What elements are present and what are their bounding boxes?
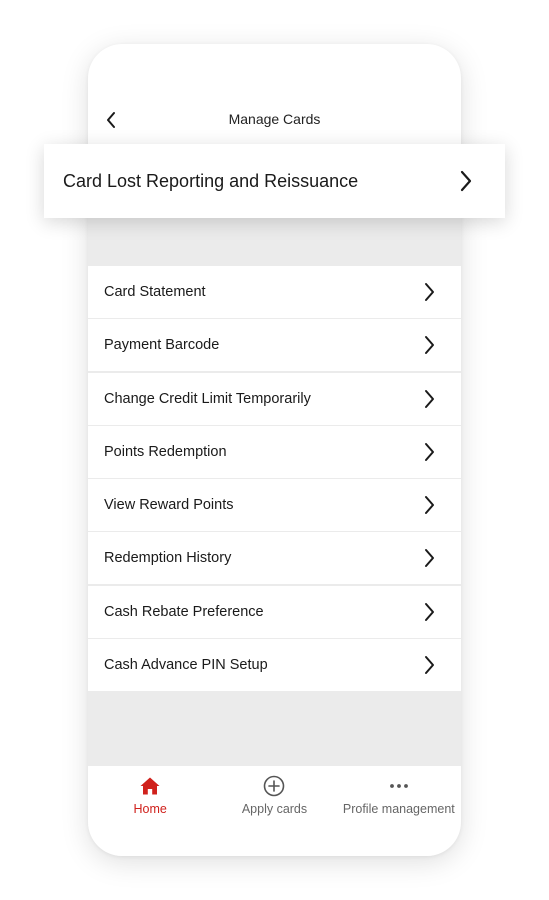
menu-item-label: View Reward Points xyxy=(104,497,234,514)
plus-circle-icon xyxy=(263,775,285,797)
chevron-right-icon xyxy=(423,442,437,462)
menu-item-label: Card Statement xyxy=(104,284,206,300)
chevron-right-icon xyxy=(423,602,437,622)
more-icon xyxy=(388,775,410,797)
menu-item-label: Payment Barcode xyxy=(104,337,220,354)
menu-item-cash-rebate-preference[interactable]: Cash Rebate Preference xyxy=(88,585,461,638)
tab-label: Profile management xyxy=(342,802,455,816)
tab-apply-cards[interactable]: Apply cards xyxy=(212,766,336,856)
menu-item-label: Redemption History xyxy=(104,550,232,567)
menu-item-change-credit-limit[interactable]: Change Credit Limit Temporarily xyxy=(88,372,461,425)
menu-item-payment-barcode[interactable]: Payment Barcode xyxy=(88,319,461,372)
menu-item-view-reward-points[interactable]: View Reward Points xyxy=(88,479,461,532)
featured-item-label: Card Lost Reporting and Reissuance xyxy=(63,170,359,191)
menu-item-label: Points Redemption xyxy=(104,443,227,460)
bottom-tab-bar: Home Apply cards Profile management xyxy=(88,766,461,856)
tab-label: Apply cards xyxy=(241,802,308,816)
tab-home[interactable]: Home xyxy=(88,766,212,856)
chevron-right-icon xyxy=(423,548,437,568)
menu-item-points-redemption[interactable]: Points Redemption xyxy=(88,425,461,478)
chevron-right-icon xyxy=(459,170,473,192)
page-title: Manage Cards xyxy=(228,111,321,127)
menu-item-redemption-history[interactable]: Redemption History xyxy=(88,532,461,585)
tab-profile-management[interactable]: Profile management xyxy=(337,766,461,856)
menu-item-card-lost-reporting[interactable]: Card Lost Reporting and Reissuance xyxy=(44,144,505,218)
menu-item-label: Change Credit Limit Temporarily xyxy=(104,390,311,407)
menu-item-cash-advance-pin-setup[interactable]: Cash Advance PIN Setup xyxy=(88,639,461,692)
chevron-right-icon xyxy=(423,335,437,355)
menu-item-card-statement[interactable]: Card Statement xyxy=(88,266,461,318)
tab-label: Home xyxy=(133,802,167,816)
chevron-right-icon xyxy=(423,389,437,409)
chevron-right-icon xyxy=(423,655,437,675)
menu-list: Card Statement Payment Barcode Change Cr… xyxy=(88,266,461,693)
chevron-right-icon xyxy=(423,495,437,515)
menu-item-label: Cash Rebate Preference xyxy=(104,603,264,620)
chevron-right-icon xyxy=(423,282,437,302)
home-icon xyxy=(139,775,161,797)
menu-item-label: Cash Advance PIN Setup xyxy=(104,657,268,674)
